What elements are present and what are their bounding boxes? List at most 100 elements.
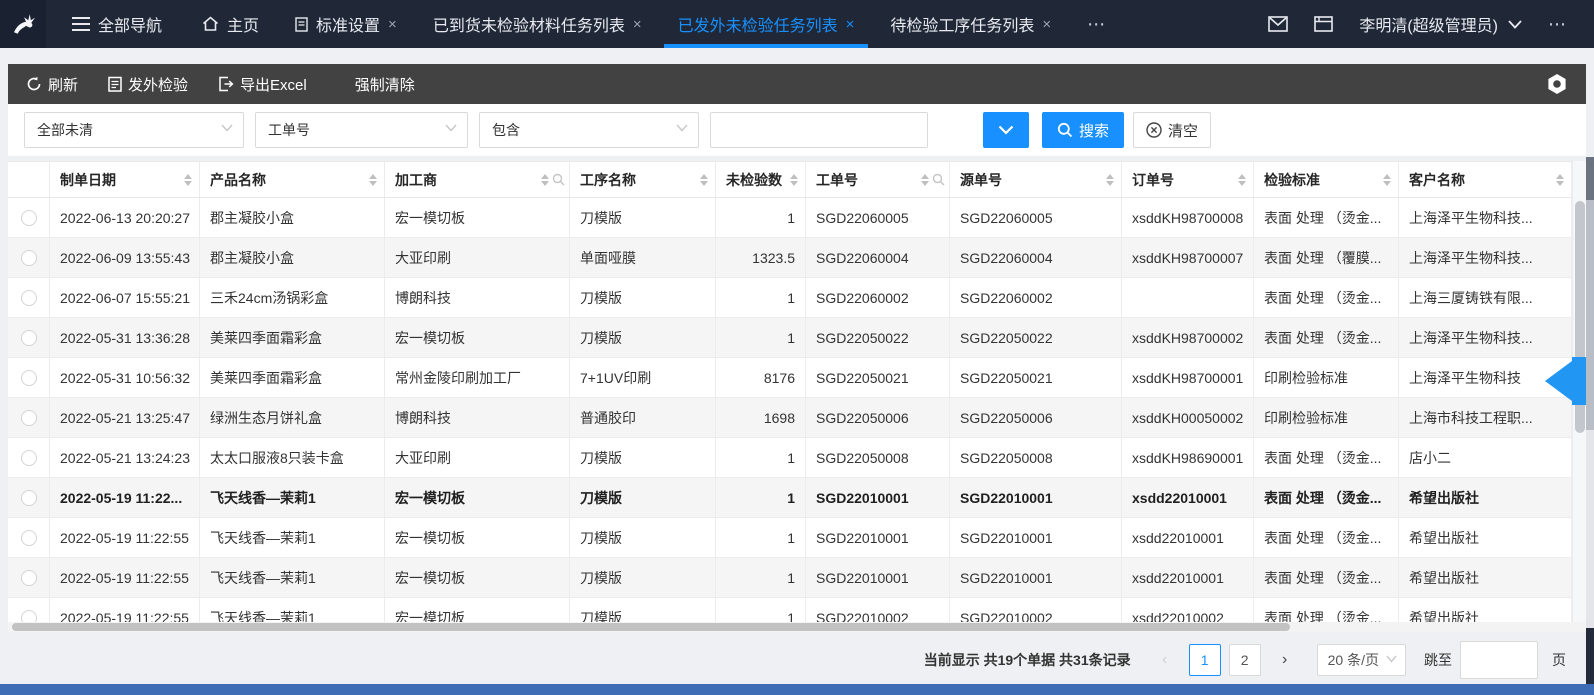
next-page-button[interactable]: › [1269, 644, 1301, 676]
header-processor[interactable]: 加工商 [385, 162, 570, 197]
sort-icon[interactable] [1106, 174, 1114, 186]
tab-arrived-uninspected-materials[interactable]: 已到货未检验材料任务列表 × [433, 0, 642, 48]
row-select-cell [8, 398, 50, 437]
sort-icon[interactable] [921, 174, 929, 186]
table-row[interactable]: 2022-05-21 13:24:23 太太口服液8只装卡盒 大亚印刷 刀模版 … [8, 438, 1572, 478]
more-actions-button[interactable]: ⋯ [1548, 14, 1568, 35]
row-radio[interactable] [21, 570, 37, 586]
outer-right-scrollbar[interactable] [1586, 157, 1594, 695]
cell-product-name: 飞天线香—茉莉1 [200, 558, 385, 597]
status-filter-select[interactable]: 全部未清 [24, 112, 244, 148]
row-radio[interactable] [21, 450, 37, 466]
cell-source-order: SGD22050006 [950, 398, 1122, 437]
close-tab-icon[interactable]: × [846, 17, 855, 32]
mail-icon[interactable] [1268, 16, 1288, 32]
header-make-date[interactable]: 制单日期 [50, 162, 200, 197]
expand-panel-arrow-icon[interactable] [1545, 361, 1572, 401]
header-source-order[interactable]: 源单号 [950, 162, 1122, 197]
prev-page-button[interactable]: ‹ [1149, 644, 1181, 676]
row-radio[interactable] [21, 490, 37, 506]
refresh-button[interactable]: 刷新 [26, 74, 78, 95]
header-product-name[interactable]: 产品名称 [200, 162, 385, 197]
sort-icon[interactable] [790, 174, 798, 186]
sort-icon[interactable] [1238, 174, 1246, 186]
table-row[interactable]: 2022-06-07 15:55:21 三禾24cm汤锅彩盒 博朗科技 刀模版 … [8, 278, 1572, 318]
column-search-icon[interactable] [932, 173, 945, 186]
tab-standard-settings[interactable]: 标准设置 × [295, 0, 397, 48]
expand-panel-bar[interactable] [1572, 357, 1586, 405]
row-select-cell [8, 358, 50, 397]
cell-sales-order [1122, 278, 1254, 317]
cell-inspection-standard: 表面 处理 （烫金... [1254, 558, 1399, 597]
table-row[interactable]: 2022-05-21 13:25:47 绿洲生态月饼礼盒 博朗科技 普通胶印 1… [8, 398, 1572, 438]
page-button-2[interactable]: 2 [1229, 644, 1261, 676]
table-body: 2022-06-13 20:20:27 郡主凝胶小盒 宏一模切板 刀模版 1 S… [8, 198, 1572, 632]
search-button[interactable]: 搜索 [1042, 112, 1124, 148]
field-filter-select[interactable]: 工单号 [255, 112, 468, 148]
close-tab-icon[interactable]: × [633, 17, 642, 32]
cell-processor: 大亚印刷 [385, 238, 570, 277]
sort-icon[interactable] [369, 174, 377, 186]
header-uninspected-qty[interactable]: 未检验数 [716, 162, 806, 197]
sort-icon[interactable] [1556, 174, 1564, 186]
sort-icon[interactable] [700, 174, 708, 186]
tab-outsourced-uninspected-tasks[interactable]: 已发外未检验任务列表 × [678, 0, 855, 48]
clear-button[interactable]: 清空 [1133, 112, 1211, 148]
keyword-input[interactable] [710, 112, 928, 148]
cell-inspection-standard: 表面 处理 （烫金... [1254, 318, 1399, 357]
row-radio[interactable] [21, 290, 37, 306]
outer-scrollbar-thumb[interactable] [1586, 157, 1594, 200]
table-row[interactable]: 2022-05-19 11:22:55 飞天线香—茉莉1 宏一模切板 刀模版 1… [8, 558, 1572, 598]
pagination-bar: 当前显示 共19个单据 共31条记录 ‹ 1 2 › 20 条/页 跳至 页 [0, 632, 1594, 688]
operator-filter-select[interactable]: 包含 [479, 112, 699, 148]
more-tabs-button[interactable]: ⋯ [1087, 14, 1107, 35]
page-button-1[interactable]: 1 [1189, 644, 1221, 676]
app-logo[interactable] [0, 0, 46, 48]
header-sales-order[interactable]: 订单号 [1122, 162, 1254, 197]
cell-customer-name: 希望出版社 [1399, 518, 1572, 557]
row-radio[interactable] [21, 210, 37, 226]
sort-icon[interactable] [541, 174, 549, 186]
table-row[interactable]: 2022-06-13 20:20:27 郡主凝胶小盒 宏一模切板 刀模版 1 S… [8, 198, 1572, 238]
table-row[interactable]: 2022-05-31 10:56:32 美莱四季面霜彩盒 常州金陵印刷加工厂 7… [8, 358, 1572, 398]
row-radio[interactable] [21, 370, 37, 386]
row-radio[interactable] [21, 330, 37, 346]
header-process-name[interactable]: 工序名称 [570, 162, 716, 197]
horizontal-scrollbar[interactable] [8, 622, 1586, 632]
table-row[interactable]: 2022-05-19 11:22:55 飞天线香—茉莉1 宏一模切板 刀模版 1… [8, 518, 1572, 558]
outsource-inspect-button[interactable]: 发外检验 [108, 74, 188, 95]
tab-pending-process-tasks[interactable]: 待检验工序任务列表 × [890, 0, 1051, 48]
cell-process-name: 普通胶印 [570, 398, 716, 437]
header-customer-name[interactable]: 客户名称 [1399, 162, 1572, 197]
horizontal-scrollbar-thumb[interactable] [12, 623, 1290, 631]
row-radio[interactable] [21, 250, 37, 266]
row-radio[interactable] [21, 410, 37, 426]
all-navigation-button[interactable]: 全部导航 [72, 12, 162, 36]
header-work-order[interactable]: 工单号 [806, 162, 950, 197]
table-row[interactable]: 2022-05-19 11:22... 飞天线香—茉莉1 宏一模切板 刀模版 1… [8, 478, 1572, 518]
cell-work-order: SGD22010001 [806, 558, 950, 597]
close-tab-icon[interactable]: × [1042, 17, 1051, 32]
user-menu[interactable]: 李明清(超级管理员) [1359, 12, 1522, 36]
refresh-label: 刷新 [48, 74, 78, 95]
row-radio[interactable] [21, 530, 37, 546]
cell-make-date: 2022-06-09 13:55:43 [50, 238, 200, 277]
page-size-select[interactable]: 20 条/页 [1317, 644, 1406, 676]
column-search-icon[interactable] [552, 173, 565, 186]
cell-product-name: 郡主凝胶小盒 [200, 198, 385, 237]
export-excel-button[interactable]: 导出Excel [218, 74, 307, 95]
jump-page-input[interactable] [1460, 641, 1538, 679]
window-panel-icon[interactable] [1314, 16, 1333, 32]
sort-icon[interactable] [184, 174, 192, 186]
table-row[interactable]: 2022-06-09 13:55:43 郡主凝胶小盒 大亚印刷 单面哑膜 132… [8, 238, 1572, 278]
gear-icon[interactable] [1546, 73, 1568, 95]
table-row[interactable]: 2022-05-31 13:36:28 美莱四季面霜彩盒 宏一模切板 刀模版 1… [8, 318, 1572, 358]
cell-make-date: 2022-06-13 20:20:27 [50, 198, 200, 237]
tab-home[interactable]: 主页 [202, 0, 259, 48]
close-tab-icon[interactable]: × [388, 17, 397, 32]
sort-icon[interactable] [1383, 174, 1391, 186]
force-clear-button[interactable]: 强制清除 [355, 74, 415, 95]
expand-filters-button[interactable] [983, 112, 1029, 148]
cell-work-order: SGD22010001 [806, 478, 950, 517]
header-inspection-standard[interactable]: 检验标准 [1254, 162, 1399, 197]
